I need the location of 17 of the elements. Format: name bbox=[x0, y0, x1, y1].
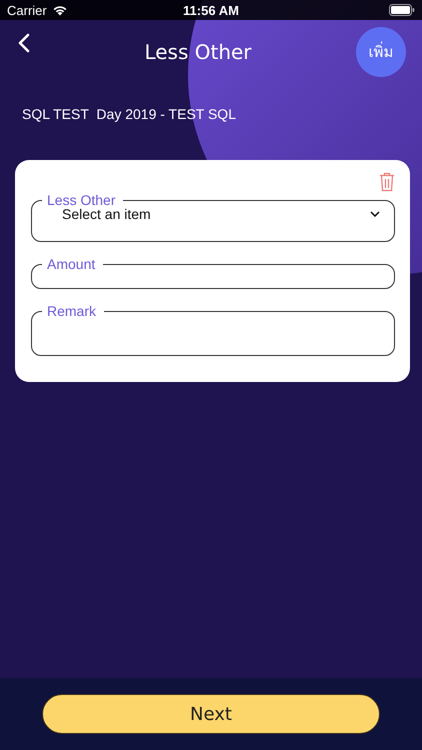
carrier-label: Carrier bbox=[7, 2, 47, 18]
field-label: Amount bbox=[46, 256, 96, 272]
back-icon[interactable] bbox=[18, 33, 30, 53]
field-label: Less Other bbox=[46, 192, 116, 208]
input-field[interactable]: Less Other Select an item bbox=[31, 192, 395, 242]
status-time: 11:56 AM bbox=[182, 2, 240, 18]
wifi-icon bbox=[52, 4, 68, 16]
input-field[interactable]: Remark bbox=[31, 303, 395, 356]
input-field[interactable]: Amount bbox=[31, 256, 395, 289]
select-value: Select an item bbox=[62, 206, 152, 222]
chevron-down-icon bbox=[370, 211, 380, 217]
delete-icon[interactable] bbox=[379, 172, 395, 192]
battery-icon bbox=[389, 4, 415, 16]
field-label: Remark bbox=[46, 303, 98, 319]
subtitle: SQL TEST Day 2019 - TEST SQL bbox=[22, 106, 237, 122]
next-button[interactable]: Next bbox=[42, 694, 380, 734]
page-title: Less Other bbox=[143, 40, 253, 64]
